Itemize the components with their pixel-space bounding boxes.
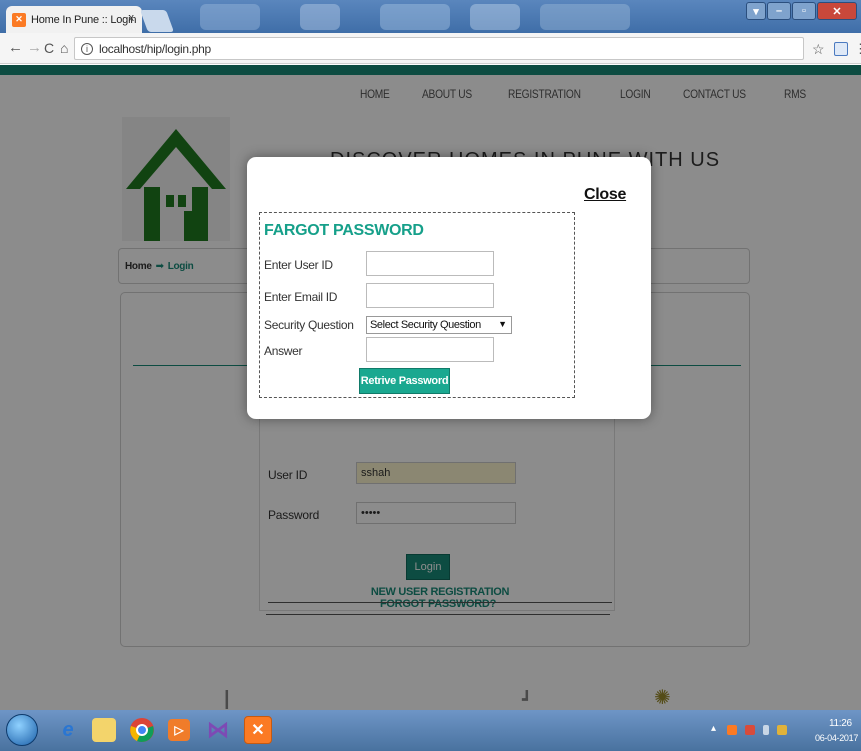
ie-icon[interactable]: e bbox=[54, 716, 82, 744]
visual-studio-icon[interactable]: ⋈ bbox=[204, 716, 232, 744]
start-button[interactable] bbox=[6, 714, 38, 746]
info-icon[interactable]: i bbox=[81, 42, 93, 55]
close-window-icon[interactable]: ✕ bbox=[817, 2, 857, 20]
email-input[interactable] bbox=[366, 283, 494, 308]
security-question-label: Security Question bbox=[264, 318, 354, 332]
background-blur bbox=[200, 4, 260, 30]
forward-arrow-icon[interactable]: → bbox=[27, 40, 42, 56]
answer-input[interactable] bbox=[366, 337, 494, 362]
minimize-icon[interactable]: – bbox=[767, 2, 791, 20]
xampp-icon: ✕ bbox=[12, 12, 26, 27]
dropdown-arrow-icon: ▼ bbox=[498, 319, 507, 329]
background-blur bbox=[540, 4, 630, 30]
network-icon[interactable] bbox=[763, 725, 769, 735]
reload-icon[interactable]: C bbox=[44, 40, 54, 56]
system-tray: ▴ 11:26 06-04-2017 bbox=[711, 710, 861, 751]
url-input[interactable]: i localhost/hip/login.php bbox=[74, 37, 804, 60]
tab-title: Home In Pune :: Login bbox=[31, 13, 137, 26]
star-icon[interactable]: ☆ bbox=[812, 41, 825, 58]
folder-icon[interactable] bbox=[92, 718, 116, 742]
forgot-password-form: FARGOT PASSWORD Enter User ID Enter Emai… bbox=[259, 212, 575, 398]
home-icon[interactable]: ⌂ bbox=[60, 40, 68, 56]
extension-icon[interactable] bbox=[834, 42, 848, 56]
email-label: Enter Email ID bbox=[264, 290, 338, 304]
taskbar: e ▷ ⋈ ✕ ▴ 11:26 06-04-2017 bbox=[0, 710, 861, 751]
xampp-icon[interactable]: ✕ bbox=[244, 716, 272, 744]
close-button[interactable]: Close bbox=[584, 186, 626, 204]
answer-label: Answer bbox=[264, 344, 303, 358]
tab-close-button[interactable]: x bbox=[129, 12, 135, 24]
maximize-icon[interactable]: ▫ bbox=[792, 2, 816, 20]
app-icon[interactable]: ▷ bbox=[168, 719, 190, 741]
xampp-tray-icon[interactable] bbox=[727, 725, 737, 735]
select-value: Select Security Question bbox=[370, 319, 481, 331]
browser-tab[interactable]: ✕ Home In Pune :: Login x bbox=[6, 6, 142, 33]
address-bar: ← → C ⌂ i localhost/hip/login.php ☆ ⋮ bbox=[0, 33, 861, 64]
menu-kebab-icon[interactable]: ⋮ bbox=[854, 41, 861, 57]
browser-titlebar: ✕ Home In Pune :: Login x ▾ – ▫ ✕ bbox=[0, 0, 861, 33]
security-question-select[interactable]: Select Security Question ▼ bbox=[366, 316, 512, 334]
new-tab-button[interactable] bbox=[139, 10, 175, 32]
background-blur bbox=[470, 4, 520, 30]
forgot-password-modal: Close FARGOT PASSWORD Enter User ID Ente… bbox=[247, 157, 651, 419]
tray-icon[interactable] bbox=[745, 725, 755, 735]
background-blur bbox=[300, 4, 340, 30]
chrome-icon[interactable] bbox=[128, 716, 156, 744]
tray-expand-icon[interactable]: ▴ bbox=[711, 723, 716, 734]
clock-date[interactable]: 06-04-2017 bbox=[815, 733, 858, 743]
userid-input[interactable] bbox=[366, 251, 494, 276]
clock-time[interactable]: 11:26 bbox=[829, 718, 852, 729]
back-arrow-icon[interactable]: ← bbox=[8, 40, 23, 56]
url-text: localhost/hip/login.php bbox=[99, 41, 211, 56]
window-controls: ▾ – ▫ ✕ bbox=[746, 2, 857, 20]
userid-label: Enter User ID bbox=[264, 258, 333, 272]
volume-icon[interactable] bbox=[777, 725, 787, 735]
window-menu-icon[interactable]: ▾ bbox=[746, 2, 766, 20]
modal-title: FARGOT PASSWORD bbox=[264, 222, 424, 239]
background-blur bbox=[380, 4, 450, 30]
retrieve-password-button[interactable]: Retrive Password bbox=[359, 368, 450, 394]
